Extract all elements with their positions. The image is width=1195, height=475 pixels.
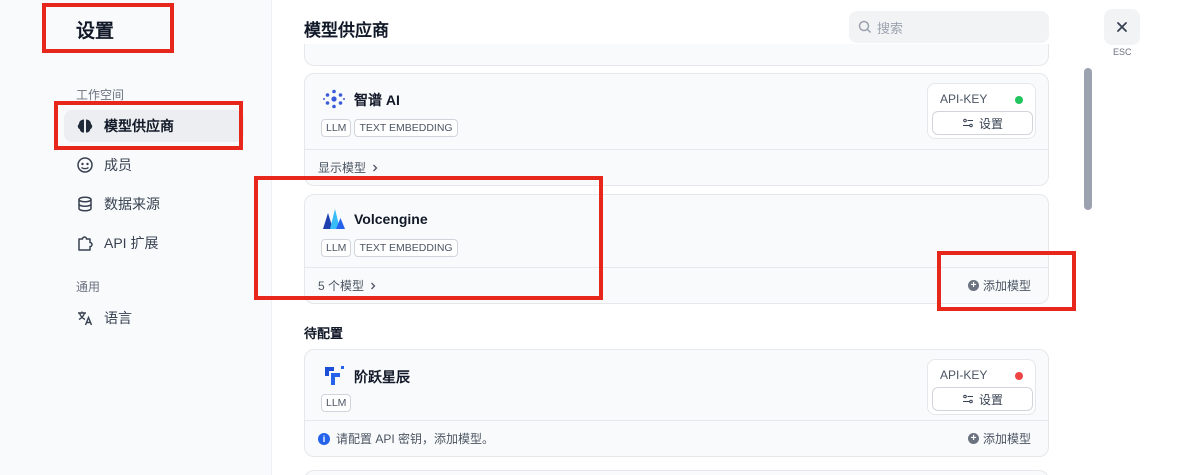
pending-section-title: 待配置 xyxy=(304,326,344,341)
model-count-label: 5 个模型 xyxy=(318,279,365,293)
add-model-button[interactable]: + 添加模型 xyxy=(967,277,1031,294)
sidebar-item-api-extension[interactable]: API 扩展 xyxy=(64,227,244,259)
settings-title: 设置 xyxy=(76,21,115,42)
sidebar-item-label: 模型供应商 xyxy=(104,118,174,134)
provider-footer: 5 个模型 + 添加模型 xyxy=(305,267,1048,303)
volcengine-logo-icon xyxy=(323,209,345,229)
puzzle-icon xyxy=(76,234,94,252)
provider-card-stepfun: 阶跃星辰 LLM API-KEY 设置 i 请配置 API 密钥，添加模型。 +… xyxy=(304,349,1049,457)
close-button[interactable] xyxy=(1104,9,1140,45)
sidebar-item-data-source[interactable]: 数据来源 xyxy=(64,188,244,220)
stepfun-logo-icon xyxy=(325,366,344,385)
tag-llm: LLM xyxy=(321,119,352,137)
chevron-right-icon xyxy=(373,164,378,171)
provider-tags: LLM xyxy=(321,394,352,412)
chevron-right-icon xyxy=(371,282,376,289)
settings-sidebar: 设置 工作空间 模型供应商 成员 数据来源 API 扩展 通用 语言 xyxy=(0,0,272,475)
provider-footer: 显示模型 xyxy=(305,149,1048,185)
provider-name: 智谱 AI xyxy=(354,92,400,108)
zhipu-logo-icon xyxy=(323,89,345,109)
provider-tags: LLM TEXT EMBEDDING xyxy=(321,239,458,257)
translate-icon xyxy=(76,309,94,327)
section-label-general: 通用 xyxy=(76,280,101,294)
brain-icon xyxy=(76,117,94,135)
api-key-notice: 请配置 API 密钥，添加模型。 xyxy=(336,432,495,446)
api-status-indicator xyxy=(1015,372,1023,380)
tag-text-embedding: TEXT EMBEDDING xyxy=(354,119,458,137)
close-icon xyxy=(1117,22,1127,32)
search-input[interactable]: 搜索 xyxy=(849,11,1049,43)
database-icon xyxy=(76,195,94,213)
plus-circle-icon: + xyxy=(967,280,979,291)
api-key-label: API-KEY xyxy=(940,92,988,106)
add-model-label: 添加模型 xyxy=(982,432,1031,446)
show-models-link[interactable]: 显示模型 xyxy=(318,159,380,176)
tag-llm: LLM xyxy=(321,394,352,412)
api-settings-button[interactable]: 设置 xyxy=(932,387,1033,411)
provider-footer: i 请配置 API 密钥，添加模型。 + 添加模型 xyxy=(305,420,1048,456)
scrollbar-thumb[interactable] xyxy=(1084,68,1092,210)
api-key-label: API-KEY xyxy=(940,368,988,382)
sidebar-item-members[interactable]: 成员 xyxy=(64,149,244,181)
plus-circle-icon: + xyxy=(967,433,979,444)
search-icon xyxy=(858,20,872,34)
provider-tags: LLM TEXT EMBEDDING xyxy=(321,119,458,137)
api-settings-button[interactable]: 设置 xyxy=(932,111,1033,135)
provider-card-partial-bottom xyxy=(304,470,1049,475)
api-settings-label: 设置 xyxy=(978,116,1003,131)
add-model-label: 添加模型 xyxy=(982,279,1031,293)
api-status-indicator xyxy=(1015,96,1023,104)
model-count-link[interactable]: 5 个模型 xyxy=(318,277,378,294)
provider-card-zhipu: 智谱 AI LLM TEXT EMBEDDING API-KEY 设置 显示模型 xyxy=(304,73,1049,186)
sidebar-item-label: 数据来源 xyxy=(104,196,160,212)
show-models-label: 显示模型 xyxy=(318,161,367,175)
provider-card-volcengine: Volcengine LLM TEXT EMBEDDING 5 个模型 + 添加… xyxy=(304,194,1049,304)
add-model-button[interactable]: + 添加模型 xyxy=(967,430,1031,447)
page-title: 模型供应商 xyxy=(304,21,389,40)
esc-label: ESC xyxy=(1113,47,1132,57)
api-key-panel: API-KEY 设置 xyxy=(927,83,1036,139)
tag-text-embedding: TEXT EMBEDDING xyxy=(354,239,458,257)
provider-card-partial xyxy=(304,44,1049,66)
section-label-workspace: 工作空间 xyxy=(76,88,125,102)
members-icon xyxy=(76,156,94,174)
sliders-icon xyxy=(962,118,973,128)
sidebar-item-label: 语言 xyxy=(104,310,132,326)
tag-llm: LLM xyxy=(321,239,352,257)
sidebar-item-label: API 扩展 xyxy=(104,235,159,251)
info-icon: i xyxy=(318,432,330,445)
provider-name: Volcengine xyxy=(354,211,428,227)
provider-name: 阶跃星辰 xyxy=(354,369,410,385)
api-key-panel: API-KEY 设置 xyxy=(927,359,1036,415)
sliders-icon xyxy=(962,394,973,404)
sidebar-item-model-provider[interactable]: 模型供应商 xyxy=(64,110,244,142)
api-settings-label: 设置 xyxy=(978,392,1003,407)
sidebar-item-language[interactable]: 语言 xyxy=(64,302,244,334)
search-placeholder: 搜索 xyxy=(877,20,904,36)
sidebar-item-label: 成员 xyxy=(104,157,132,173)
